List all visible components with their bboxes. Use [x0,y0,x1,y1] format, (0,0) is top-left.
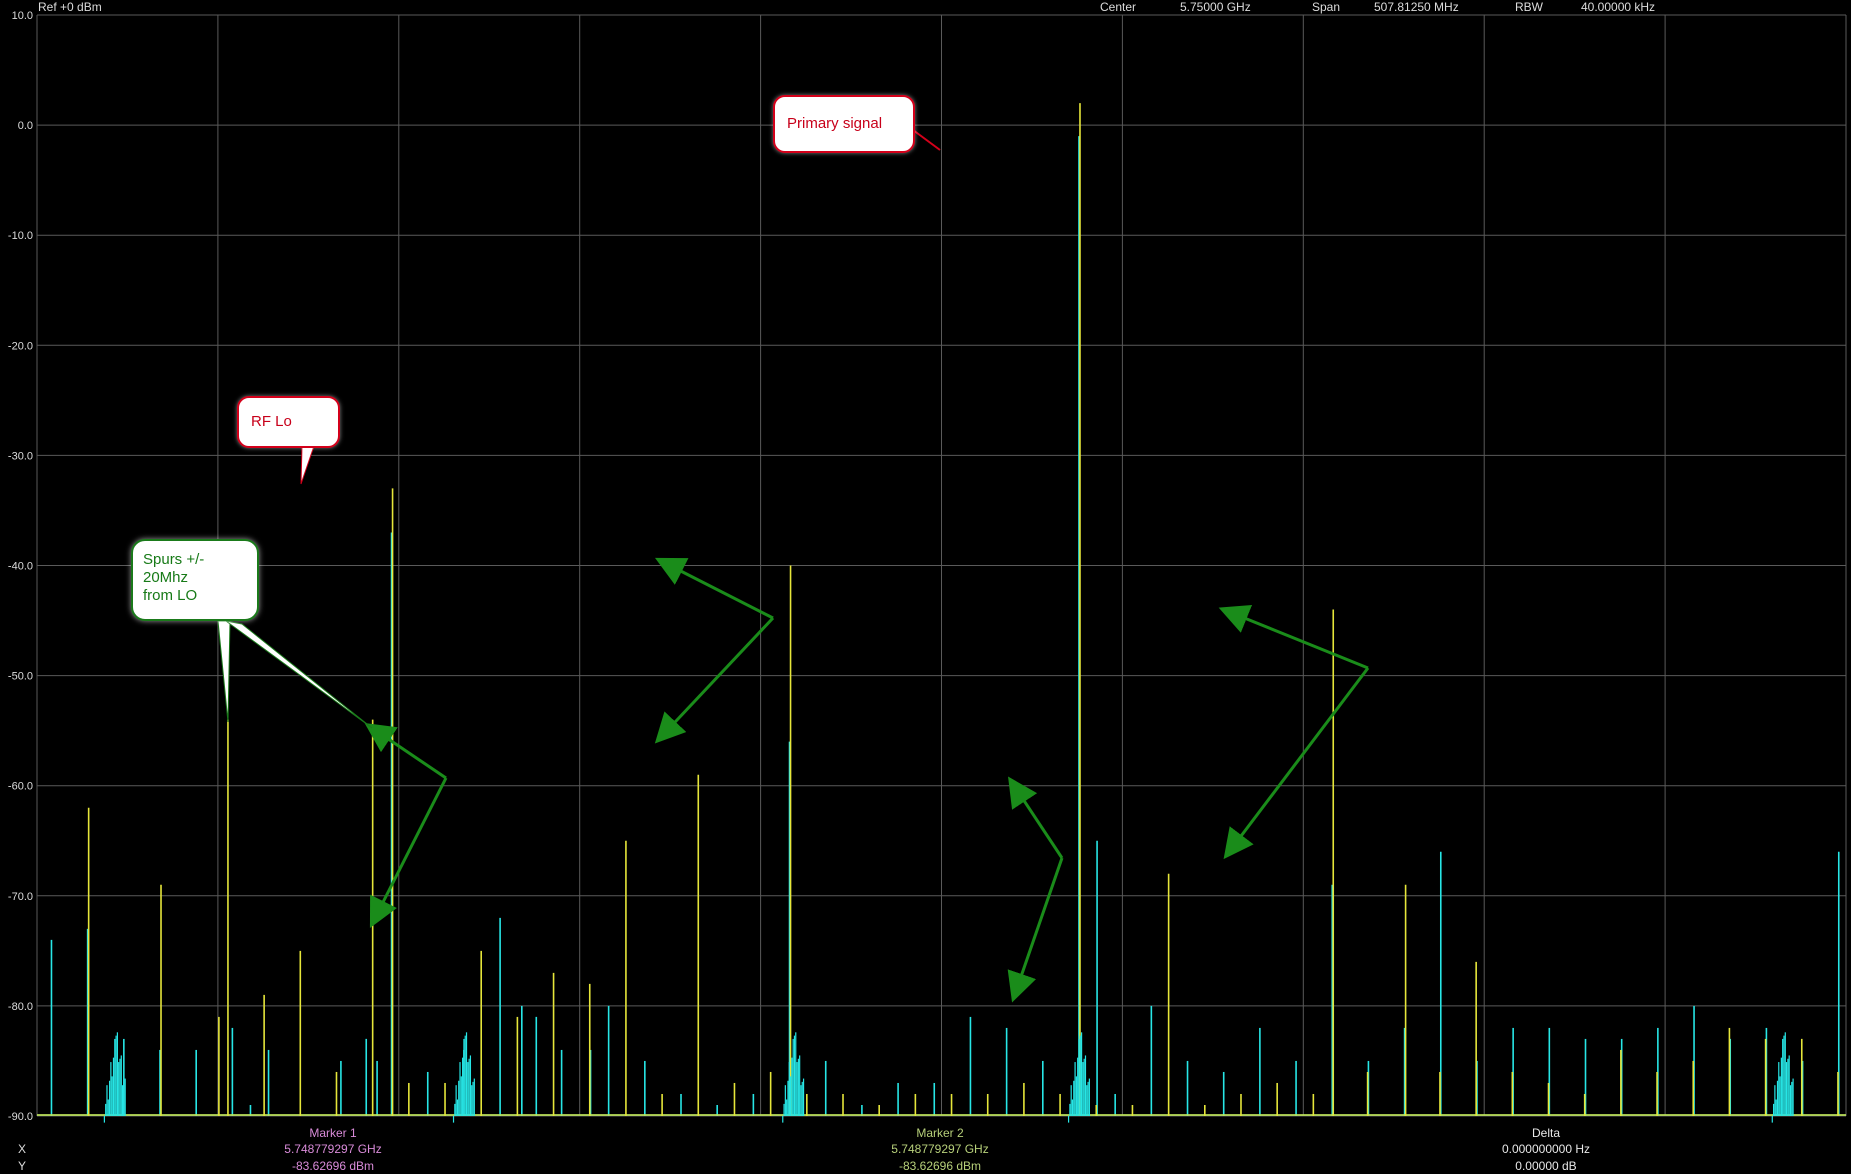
annotation-arrows [217,129,1370,1003]
y-tick-label: -80.0 [8,1001,33,1013]
green-arrow [1008,776,1064,859]
y-tick-label: -10.0 [8,230,33,242]
marker2-y: -83.62696 dBm [898,1159,982,1173]
marker1-y: -83.62696 dBm [291,1159,375,1173]
center-value: 5.75000 GHz [1180,0,1251,14]
green-arrow [1218,604,1369,670]
green-arrow [654,616,775,744]
marker1-name: Marker 1 [309,1126,357,1140]
callout-primary-signal: Primary signal [773,95,915,153]
callout-rf-lo: RF Lo [237,396,340,448]
y-tick-label: -70.0 [8,891,33,903]
marker1-x: 5.748779297 GHz [284,1142,382,1156]
center-label: Center [1100,0,1137,14]
rbw-label: RBW [1515,0,1543,14]
y-tick-label: -20.0 [8,340,33,352]
primary-pointer [912,129,941,151]
delta-x: 0.000000000 Hz [1501,1142,1591,1156]
spectrum-plot: 10.0 0.0 -10.0 -20.0 -30.0 -40.0 -50.0 -60.0 -70… [8,10,1847,1123]
y-tick-label: 0.0 [18,120,33,132]
y-tick-label: -30.0 [8,450,33,462]
delta-y: 0.00000 dB [1515,1159,1577,1173]
green-arrow [654,557,774,620]
x-row-label: X [18,1142,27,1156]
callout-spurs-line-3: from LO [143,587,198,604]
green-arrow [369,777,448,929]
spurs-pointer-right [225,620,373,729]
y-tick-label: -50.0 [8,671,33,683]
rf-lo-pointer [300,445,315,485]
callout-spurs-line-2: 20Mhz [143,569,189,586]
y-tick-label: -60.0 [8,781,33,793]
callout-spurs-line-1: Spurs +/- [143,551,205,568]
green-arrow [1223,667,1370,860]
green-arrow [1007,857,1064,1003]
callout-spurs: Spurs +/- 20Mhz from LO [131,539,259,621]
y-tick-label: -40.0 [8,561,33,573]
green-arrow [364,722,447,780]
span-label: Span [1312,0,1341,14]
y-tick-label: 10.0 [12,10,33,22]
rbw-value: 40.00000 kHz [1581,0,1656,14]
spurs-pointer-left [217,620,231,723]
y-row-label: Y [18,1159,27,1173]
y-axis-labels: 10.0 0.0 -10.0 -20.0 -30.0 -40.0 -50.0 -60.0 -70… [8,10,33,1123]
marker2-x: 5.748779297 GHz [891,1142,989,1156]
y-tick-label: -90.0 [8,1111,33,1123]
delta-name: Delta [1531,1126,1560,1140]
grid [36,14,1847,1117]
ref-level: Ref +0 dBm [38,0,102,14]
marker2-name: Marker 2 [916,1126,964,1140]
span-value: 507.81250 MHz [1374,0,1459,14]
